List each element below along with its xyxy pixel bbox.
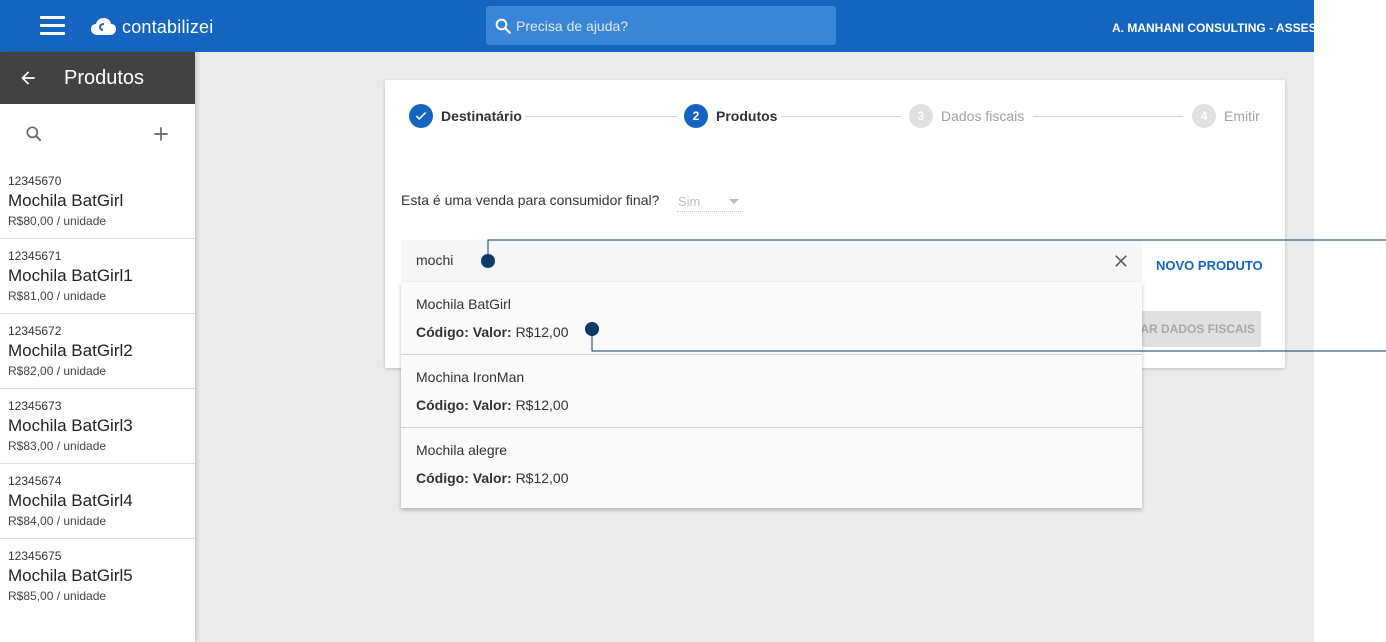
- help-search-input[interactable]: [516, 17, 816, 34]
- list-item[interactable]: 12345673 Mochila BatGirl3 R$83,00 / unid…: [0, 389, 195, 464]
- autocomplete-results: Mochila BatGirl Código: Valor: R$12,00 M…: [401, 282, 1142, 508]
- product-price: R$83,00 / unidade: [8, 439, 107, 453]
- product-code: 12345671: [8, 249, 62, 263]
- list-item[interactable]: 12345674 Mochila BatGirl4 R$84,00 / unid…: [0, 464, 195, 539]
- step-number: 2: [684, 104, 708, 128]
- sidebar-toolbar: [0, 104, 195, 164]
- product-autocomplete[interactable]: [401, 240, 1142, 282]
- product-search-input[interactable]: [416, 252, 916, 268]
- step-number: 4: [1192, 104, 1216, 128]
- option-name: Mochina IronMan: [416, 369, 525, 385]
- product-code: 12345674: [8, 474, 62, 488]
- step-emitir[interactable]: 4 Emitir: [1192, 104, 1260, 128]
- search-icon[interactable]: [24, 124, 44, 144]
- option-value: R$12,00: [515, 324, 569, 340]
- logo-text: contabilizei: [122, 16, 214, 37]
- list-item[interactable]: 12345672 Mochila BatGirl2 R$82,00 / unid…: [0, 314, 195, 389]
- product-name: Mochila BatGirl5: [8, 566, 133, 585]
- option-value: R$12,00: [515, 397, 569, 413]
- list-item[interactable]: 12345670 Mochila BatGirl R$80,00 / unida…: [0, 164, 195, 239]
- product-price: R$80,00 / unidade: [8, 214, 107, 228]
- menu-icon[interactable]: [40, 16, 65, 36]
- final-consumer-question: Esta é uma venda para consumidor final?: [401, 192, 660, 208]
- code-label: Código:: [416, 397, 469, 413]
- product-code: 12345675: [8, 549, 62, 563]
- product-code: 12345670: [8, 174, 62, 188]
- product-price: R$84,00 / unidade: [8, 514, 107, 528]
- top-app-bar: contabilizei A. MANHANI CONSULTING - ASS…: [0, 0, 1314, 52]
- step-label: Emitir: [1224, 108, 1260, 124]
- sidebar-header: Produtos: [0, 52, 195, 104]
- list-item[interactable]: 12345671 Mochila BatGirl1 R$81,00 / unid…: [0, 239, 195, 314]
- autocomplete-option[interactable]: Mochila BatGirl Código: Valor: R$12,00: [401, 282, 1142, 355]
- search-icon: [495, 18, 511, 34]
- sidebar-title: Produtos: [64, 66, 145, 89]
- option-meta: Código: Valor: R$12,00: [416, 324, 569, 340]
- products-sidebar: Produtos 12345670 Mochila BatGirl R$80,0…: [0, 52, 195, 642]
- product-code: 12345673: [8, 399, 62, 413]
- option-meta: Código: Valor: R$12,00: [416, 470, 569, 486]
- add-icon[interactable]: [151, 124, 171, 144]
- help-search[interactable]: [486, 6, 836, 45]
- product-name: Mochila BatGirl3: [8, 416, 133, 435]
- caret-down-icon: [729, 199, 739, 204]
- step-dados-fiscais[interactable]: 3 Dados fiscais: [909, 104, 1024, 128]
- stepper-connector: [781, 116, 901, 117]
- code-label: Código:: [416, 324, 469, 340]
- product-price: R$81,00 / unidade: [8, 289, 107, 303]
- autocomplete-option[interactable]: Mochina IronMan Código: Valor: R$12,00: [401, 355, 1142, 428]
- step-label: Dados fiscais: [941, 108, 1025, 124]
- product-price: R$82,00 / unidade: [8, 364, 107, 378]
- stepper-connector: [1033, 116, 1183, 117]
- step-label: Destinatário: [441, 108, 522, 124]
- option-value: R$12,00: [515, 470, 569, 486]
- step-number: 3: [909, 104, 933, 128]
- product-name: Mochila BatGirl: [8, 191, 124, 210]
- product-list: 12345670 Mochila BatGirl R$80,00 / unida…: [0, 164, 195, 614]
- option-name: Mochila BatGirl: [416, 296, 511, 312]
- stepper-connector: [525, 116, 677, 117]
- product-price: R$85,00 / unidade: [8, 589, 107, 603]
- autocomplete-option[interactable]: Mochila alegre Código: Valor: R$12,00: [401, 428, 1142, 501]
- product-name: Mochila BatGirl4: [8, 491, 133, 510]
- product-name: Mochila BatGirl2: [8, 341, 133, 360]
- step-destinatario[interactable]: Destinatário: [409, 104, 522, 128]
- final-consumer-value: Sim: [678, 194, 701, 209]
- value-label: Valor:: [472, 324, 512, 340]
- step-label: Produtos: [716, 108, 778, 124]
- check-icon: [409, 104, 433, 128]
- value-label: Valor:: [472, 470, 512, 486]
- fiscal-data-button[interactable]: AR DADOS FISCAIS: [1130, 311, 1261, 347]
- step-produtos[interactable]: 2 Produtos: [684, 104, 777, 128]
- option-meta: Código: Valor: R$12,00: [416, 397, 569, 413]
- code-label: Código:: [416, 470, 469, 486]
- arrow-back-icon[interactable]: [18, 68, 38, 88]
- value-label: Valor:: [472, 397, 512, 413]
- final-consumer-select[interactable]: Sim: [677, 192, 743, 212]
- cloud-logo-icon: [91, 18, 116, 35]
- new-product-button[interactable]: NOVO PRODUTO: [1156, 258, 1263, 273]
- product-name: Mochila BatGirl1: [8, 266, 133, 285]
- company-name[interactable]: A. MANHANI CONSULTING - ASSESSORIA: [1112, 21, 1314, 35]
- product-code: 12345672: [8, 324, 62, 338]
- list-item[interactable]: 12345675 Mochila BatGirl5 R$85,00 / unid…: [0, 539, 195, 614]
- app-logo[interactable]: contabilizei: [90, 15, 213, 39]
- close-icon[interactable]: [1112, 252, 1130, 270]
- option-name: Mochila alegre: [416, 442, 508, 458]
